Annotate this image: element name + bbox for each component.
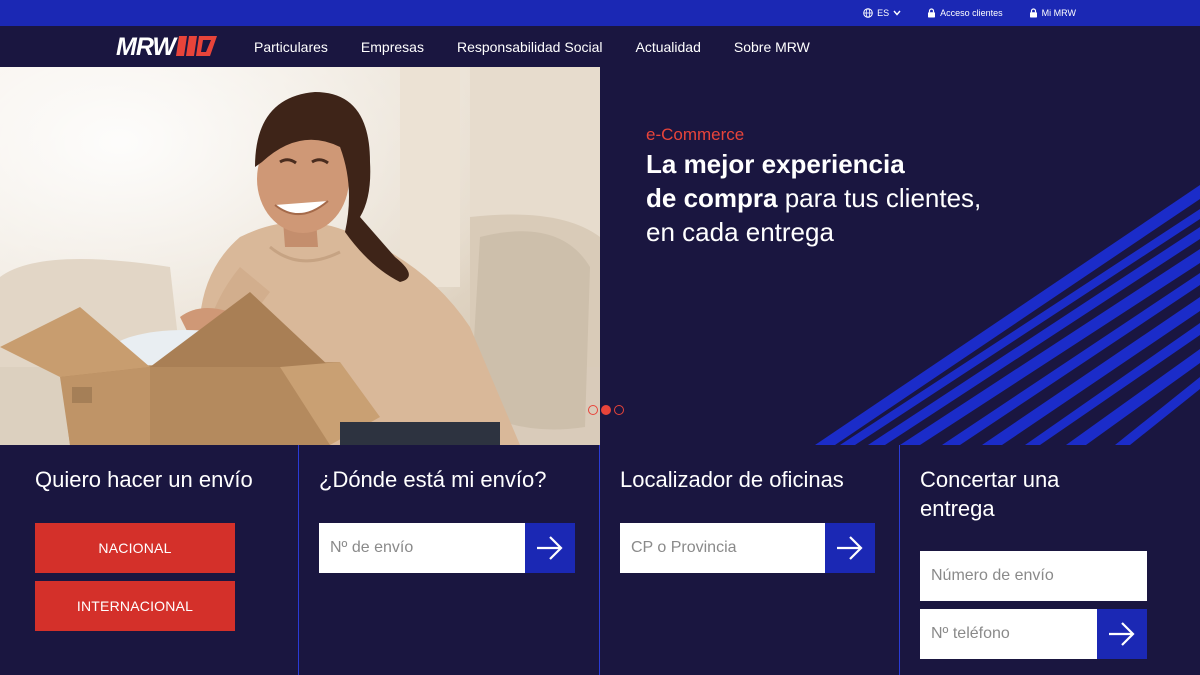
hero-decorative-stripes xyxy=(815,185,1200,445)
delivery-number-input[interactable] xyxy=(931,567,1147,585)
carousel-dots xyxy=(588,405,624,415)
client-access-link[interactable]: Acceso clientes xyxy=(927,8,1003,18)
postcode-province-input[interactable] xyxy=(631,539,825,557)
hero-line-1: La mejor experiencia xyxy=(646,147,981,181)
hero-line-1-bold: La mejor experiencia xyxy=(646,149,905,179)
track-panel: ¿Dónde está mi envío? xyxy=(319,445,589,675)
arrange-delivery-title-line2: entrega xyxy=(920,496,995,521)
panel-divider xyxy=(899,445,900,675)
delivery-submit-button[interactable] xyxy=(1097,609,1147,659)
hero-line-2: de compra para tus clientes, xyxy=(646,181,981,215)
national-button[interactable]: NACIONAL xyxy=(35,523,235,573)
nav-item-empresas[interactable]: Empresas xyxy=(361,39,424,55)
office-locator-title: Localizador de oficinas xyxy=(620,467,844,492)
hero-photo-woman-opening-box xyxy=(0,67,600,445)
lock-icon xyxy=(928,8,936,18)
top-utility-bar: ES Acceso clientes Mi MRW xyxy=(0,0,1200,26)
send-panel-title: Quiero hacer un envío xyxy=(35,467,253,492)
globe-icon xyxy=(863,8,873,18)
language-label: ES xyxy=(877,8,890,18)
hero-line-2-bold: de compra xyxy=(646,183,778,213)
arrange-delivery-title-line1: Concertar una xyxy=(920,467,1060,492)
mrw-logo-text: MRW xyxy=(116,34,178,58)
panel-divider xyxy=(599,445,600,675)
client-access-label: Acceso clientes xyxy=(940,8,1003,18)
arrow-right-icon xyxy=(837,536,863,560)
tracking-number-field xyxy=(319,523,525,573)
main-navigation: MRW Particulares Empresas Responsabilida… xyxy=(0,26,1200,67)
arrange-delivery-panel: Concertar una entrega xyxy=(920,445,1180,675)
hero-line-3: en cada entrega xyxy=(646,215,981,249)
office-search-button[interactable] xyxy=(825,523,875,573)
postcode-field xyxy=(620,523,825,573)
hero-kicker: e-Commerce xyxy=(646,125,745,144)
my-mrw-link[interactable]: Mi MRW xyxy=(1029,8,1076,18)
lock-icon xyxy=(1029,8,1037,18)
phone-input[interactable] xyxy=(931,625,1097,643)
hero-carousel: e-Commerce La mejor experiencia de compr… xyxy=(0,67,1200,445)
arrow-right-icon xyxy=(1109,622,1135,646)
nav-item-actualidad[interactable]: Actualidad xyxy=(636,39,701,55)
carousel-dot-1[interactable] xyxy=(588,405,598,415)
nav-links: Particulares Empresas Responsabilidad So… xyxy=(254,26,843,67)
nav-item-responsabilidad-social[interactable]: Responsabilidad Social xyxy=(457,39,603,55)
track-submit-button[interactable] xyxy=(525,523,575,573)
nav-item-sobre-mrw[interactable]: Sobre MRW xyxy=(734,39,810,55)
language-selector[interactable]: ES xyxy=(863,8,901,18)
office-locator-panel: Localizador de oficinas xyxy=(620,445,890,675)
my-mrw-label: Mi MRW xyxy=(1041,8,1076,18)
carousel-dot-3[interactable] xyxy=(614,405,624,415)
send-panel: Quiero hacer un envío NACIONAL INTERNACI… xyxy=(35,445,295,675)
international-button[interactable]: INTERNACIONAL xyxy=(35,581,235,631)
hero-line-3-text: en cada entrega xyxy=(646,217,834,247)
top-utility-links: ES Acceso clientes Mi MRW xyxy=(863,0,1076,26)
chevron-down-icon xyxy=(893,10,901,16)
delivery-number-field xyxy=(920,551,1147,601)
mrw-logo[interactable]: MRW xyxy=(116,34,220,58)
track-panel-title: ¿Dónde está mi envío? xyxy=(319,467,547,492)
arrow-right-icon xyxy=(537,536,563,560)
hero-headline: e-Commerce La mejor experiencia de compr… xyxy=(646,125,981,249)
tracking-number-input[interactable] xyxy=(330,539,525,557)
panel-divider xyxy=(298,445,299,675)
nav-item-particulares[interactable]: Particulares xyxy=(254,39,328,55)
phone-field xyxy=(920,609,1097,659)
arrange-delivery-title: Concertar una entrega xyxy=(920,465,1059,523)
hero-line-2-rest: para tus clientes, xyxy=(777,183,982,213)
carousel-dot-2[interactable] xyxy=(601,405,611,415)
quick-actions: Quiero hacer un envío NACIONAL INTERNACI… xyxy=(0,445,1200,675)
